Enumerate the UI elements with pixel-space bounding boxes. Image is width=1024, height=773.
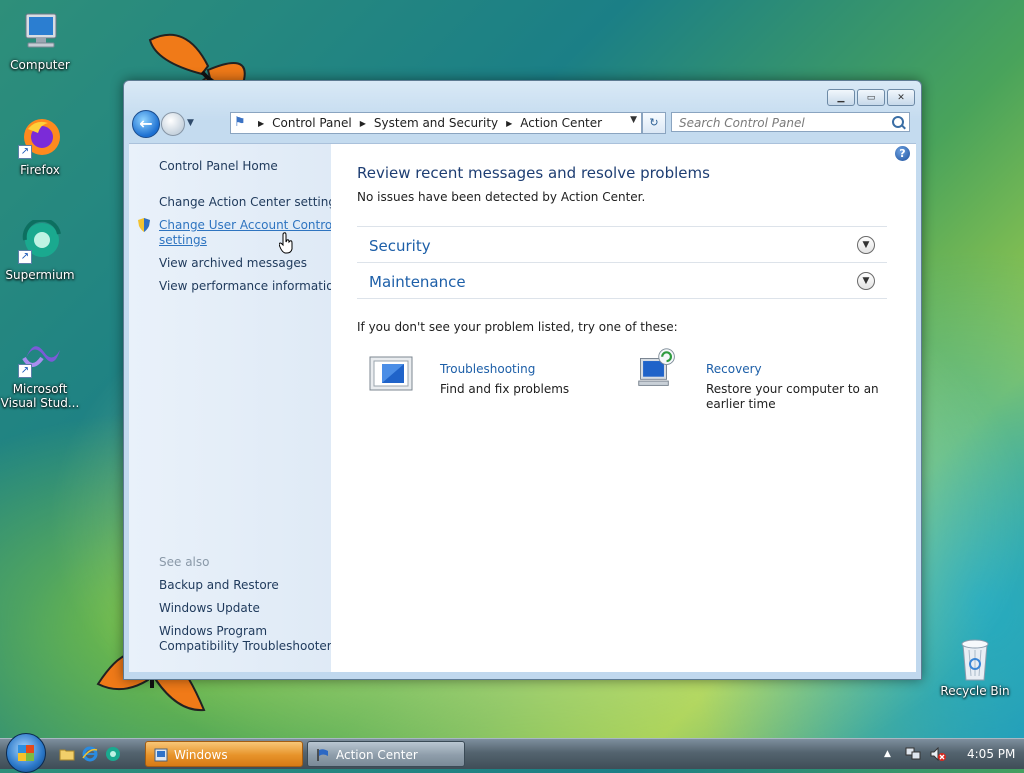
breadcrumb-separator-icon[interactable]: ▶ bbox=[360, 119, 366, 128]
troubleshooting-icon bbox=[369, 356, 413, 391]
forward-button[interactable] bbox=[161, 112, 185, 136]
breadcrumb-control-panel[interactable]: Control Panel bbox=[272, 116, 352, 130]
navigation-toolbar: ← ▼ ⚑ ▶ Control Panel ▶ System and Secur… bbox=[130, 109, 915, 139]
chevron-down-icon[interactable]: ▼ bbox=[857, 236, 875, 254]
sidebar-link-change-action-center-settings[interactable]: Change Action Center settings bbox=[159, 195, 342, 210]
recent-pages-dropdown[interactable]: ▼ bbox=[187, 118, 194, 128]
chevron-down-icon[interactable]: ▼ bbox=[857, 272, 875, 290]
recycle-bin-icon bbox=[953, 636, 997, 681]
recovery-description: Restore your computer to an bbox=[706, 382, 879, 396]
desktop-icon-recycle-bin[interactable]: Recycle Bin bbox=[935, 636, 1015, 698]
breadcrumb-system-and-security[interactable]: System and Security bbox=[374, 116, 498, 130]
sidebar-link-control-panel-home[interactable]: Control Panel Home bbox=[159, 159, 278, 174]
action-center-window: ▁ ▭ ✕ ← ▼ ⚑ ▶ Control Panel ▶ System and… bbox=[123, 80, 922, 680]
uac-shield-icon bbox=[138, 218, 150, 232]
taskbar-button-windows[interactable]: Windows bbox=[145, 741, 303, 767]
supermium-icon[interactable] bbox=[105, 746, 121, 762]
address-dropdown-icon[interactable]: ▼ bbox=[630, 115, 637, 125]
troubleshooting-link[interactable]: Troubleshooting bbox=[440, 362, 535, 376]
see-also-windows-update[interactable]: Windows Update bbox=[159, 601, 260, 616]
minimize-button[interactable]: ▁ bbox=[827, 89, 855, 106]
supermium-icon: ↗ bbox=[18, 217, 62, 264]
network-icon[interactable] bbox=[905, 747, 921, 761]
recovery-description-line2: earlier time bbox=[706, 397, 776, 411]
hand-cursor-icon bbox=[279, 232, 293, 254]
see-also-backup-and-restore[interactable]: Backup and Restore bbox=[159, 578, 279, 593]
breadcrumb-separator-icon[interactable]: ▶ bbox=[506, 119, 512, 128]
sidebar-link-change-uac-settings[interactable]: Change User Account Control bbox=[159, 218, 336, 233]
main-content: ? Review recent messages and resolve pro… bbox=[331, 143, 916, 672]
search-placeholder: Search Control Panel bbox=[679, 116, 805, 130]
desktop-icon-label: Supermium bbox=[5, 268, 75, 282]
folder-icon[interactable] bbox=[59, 746, 75, 762]
sidebar: Control Panel Home Change Action Center … bbox=[129, 143, 342, 672]
try-text: If you don't see your problem listed, tr… bbox=[357, 320, 678, 334]
desktop-icon-supermium[interactable]: ↗ Supermium bbox=[0, 217, 80, 282]
sidebar-link-view-performance-information[interactable]: View performance information bbox=[159, 279, 341, 294]
page-title: Review recent messages and resolve probl… bbox=[357, 164, 710, 182]
search-input[interactable]: Search Control Panel bbox=[671, 112, 910, 132]
show-hidden-icons-chevron-icon[interactable]: ▲ bbox=[884, 739, 891, 769]
sidebar-link-view-archived-messages[interactable]: View archived messages bbox=[159, 256, 307, 271]
see-also-program-compatibility-line2[interactable]: Compatibility Troubleshooter bbox=[159, 639, 332, 654]
window-controls: ▁ ▭ ✕ bbox=[827, 89, 915, 106]
taskbar-button-action-center[interactable]: Action Center bbox=[307, 741, 465, 767]
refresh-button[interactable]: ↻ bbox=[642, 112, 666, 134]
desktop-icon-label: Recycle Bin bbox=[940, 684, 1010, 698]
desktop-icon-label: Microsoft Visual Stud... bbox=[0, 382, 80, 410]
desktop-icon-firefox[interactable]: ↗ Firefox bbox=[0, 115, 80, 177]
flag-icon: ⚑ bbox=[234, 115, 246, 130]
search-icon[interactable] bbox=[892, 116, 904, 128]
back-button[interactable]: ← bbox=[132, 110, 160, 138]
troubleshooting-description: Find and fix problems bbox=[440, 382, 570, 396]
desktop-icon-label: Computer bbox=[10, 58, 70, 72]
address-bar[interactable]: ⚑ ▶ Control Panel ▶ System and Security … bbox=[230, 112, 642, 134]
sidebar-link-change-uac-settings-line2[interactable]: settings bbox=[159, 233, 207, 248]
taskbar-button-label: Action Center bbox=[336, 748, 418, 762]
shortcut-arrow-icon: ↗ bbox=[18, 364, 32, 378]
taskbar-button-label: Windows bbox=[174, 748, 228, 762]
status-text: No issues have been detected by Action C… bbox=[357, 190, 646, 204]
clock[interactable]: 4:05 PM bbox=[967, 739, 1015, 769]
recovery-link[interactable]: Recovery bbox=[706, 362, 762, 376]
taskbar: Windows Action Center ▲ 4:05 PM bbox=[0, 733, 1024, 773]
see-also-program-compatibility[interactable]: Windows Program bbox=[159, 624, 267, 639]
control-panel-icon bbox=[154, 748, 168, 762]
firefox-icon: ↗ bbox=[18, 115, 62, 159]
desktop-icon-label: Firefox bbox=[20, 163, 60, 177]
volume-muted-icon[interactable] bbox=[930, 747, 946, 761]
close-button[interactable]: ✕ bbox=[887, 89, 915, 106]
security-section[interactable]: Security ▼ bbox=[357, 226, 887, 262]
maximize-button[interactable]: ▭ bbox=[857, 89, 885, 106]
flag-icon bbox=[317, 749, 328, 761]
recovery-icon bbox=[638, 348, 675, 386]
section-label: Security bbox=[369, 237, 431, 255]
shortcut-arrow-icon: ↗ bbox=[18, 250, 32, 264]
internet-explorer-icon[interactable] bbox=[82, 746, 98, 762]
start-button[interactable] bbox=[6, 733, 46, 773]
desktop-icon-computer[interactable]: Computer bbox=[0, 10, 80, 72]
see-also-heading: See also bbox=[159, 555, 210, 569]
breadcrumb-separator-icon[interactable]: ▶ bbox=[258, 119, 264, 128]
computer-icon bbox=[18, 10, 62, 54]
breadcrumb-action-center[interactable]: Action Center bbox=[520, 116, 602, 130]
maintenance-section[interactable]: Maintenance ▼ bbox=[357, 262, 887, 299]
shortcut-arrow-icon: ↗ bbox=[18, 145, 32, 159]
help-icon[interactable]: ? bbox=[895, 146, 910, 161]
desktop-icon-visual-studio[interactable]: ↗ Microsoft Visual Stud... bbox=[0, 334, 80, 410]
section-label: Maintenance bbox=[369, 273, 466, 291]
visual-studio-icon: ↗ bbox=[18, 334, 62, 378]
